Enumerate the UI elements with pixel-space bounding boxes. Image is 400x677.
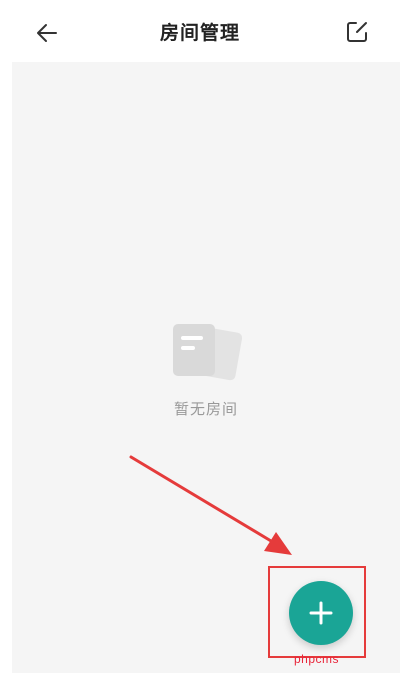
- edit-button[interactable]: [342, 17, 372, 47]
- empty-document-icon: [173, 324, 243, 381]
- page-title: 房间管理: [159, 22, 240, 44]
- watermark: phpcms: [294, 652, 340, 666]
- room-management-page: 房间管理 暂无房间 phpcms: [0, 0, 400, 677]
- empty-state-text: 暂无房间: [173, 400, 238, 418]
- plus-icon: [309, 601, 333, 625]
- add-room-button[interactable]: [289, 581, 353, 645]
- empty-state: 暂无房间: [12, 322, 400, 419]
- edit-square-icon: [347, 22, 367, 42]
- header-bar: 房间管理: [0, 0, 400, 62]
